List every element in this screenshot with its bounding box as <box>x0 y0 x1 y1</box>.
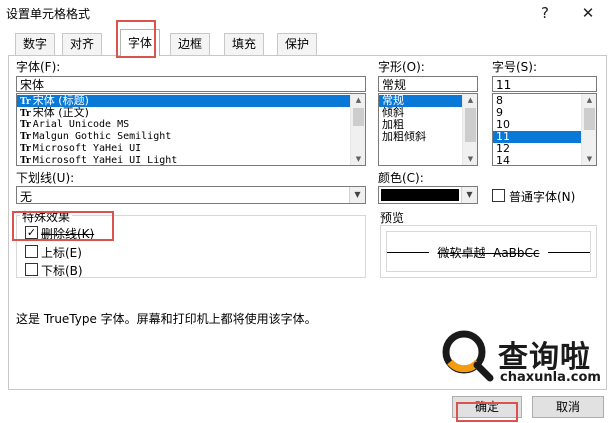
scroll-up-icon[interactable]: ▲ <box>463 94 477 106</box>
color-select[interactable]: ▼ <box>378 186 478 204</box>
font-list-item[interactable]: Tr 宋体 (正文) <box>17 107 350 119</box>
normal-font-label: 普通字体(N) <box>509 190 576 204</box>
highlight-ok-button <box>456 402 518 422</box>
size-list-item[interactable]: 8 <box>493 95 581 107</box>
style-list[interactable]: 常规 倾斜 加粗 加粗倾斜 ▲ ▼ <box>378 93 478 166</box>
font-list-item[interactable]: Tr 宋体 (标题) <box>17 95 350 107</box>
superscript-checkbox[interactable] <box>25 245 38 258</box>
style-input[interactable]: 常规 <box>378 76 478 92</box>
font-input[interactable]: 宋体 <box>16 76 366 92</box>
font-list-item[interactable]: Tr Microsoft YaHei UI Light <box>17 155 350 166</box>
preview-sample-text: 微软卓越 AaBbCc <box>429 246 548 260</box>
preview-frame: 微软卓越 AaBbCc <box>386 231 591 272</box>
size-list[interactable]: 8 9 10 11 12 14 ▲ ▼ <box>492 93 597 166</box>
scroll-up-icon[interactable]: ▲ <box>351 94 365 106</box>
size-list-scrollbar[interactable]: ▲ ▼ <box>581 94 596 165</box>
underline-label: 下划线(U): <box>16 171 75 185</box>
style-list-item[interactable]: 常规 <box>379 95 462 107</box>
truetype-icon: Tr <box>20 156 31 166</box>
truetype-icon: Tr <box>20 132 31 142</box>
scroll-down-icon[interactable]: ▼ <box>463 153 477 165</box>
style-list-item[interactable]: 加粗 <box>379 119 462 131</box>
truetype-icon: Tr <box>20 109 31 119</box>
superscript-label: 上标(E) <box>41 246 82 260</box>
preview-label: 预览 <box>380 211 405 225</box>
watermark-domain-text: chaxunla.com <box>500 370 601 385</box>
style-list-item[interactable]: 加粗倾斜 <box>379 131 462 143</box>
size-list-item[interactable]: 9 <box>493 107 581 119</box>
size-list-item[interactable]: 14 <box>493 155 581 165</box>
underline-select[interactable]: 无 ▼ <box>16 186 366 204</box>
cancel-button[interactable]: 取消 <box>532 396 604 418</box>
scroll-up-icon[interactable]: ▲ <box>582 94 596 106</box>
color-label: 颜色(C): <box>378 171 424 185</box>
normal-font-checkbox[interactable] <box>492 189 505 202</box>
size-list-item[interactable]: 12 <box>493 143 581 155</box>
scroll-down-icon[interactable]: ▼ <box>582 153 596 165</box>
subscript-label: 下标(B) <box>41 264 83 278</box>
font-list-item[interactable]: Tr Arial Unicode MS <box>17 119 350 131</box>
subscript-checkbox[interactable] <box>25 263 38 276</box>
scroll-down-icon[interactable]: ▼ <box>351 153 365 165</box>
font-label: 字体(F): <box>16 60 61 74</box>
chevron-down-icon[interactable]: ▼ <box>349 187 365 203</box>
scroll-thumb[interactable] <box>353 108 364 126</box>
highlight-strikethrough <box>12 211 114 241</box>
truetype-icon: Tr <box>20 120 31 130</box>
size-list-item[interactable]: 11 <box>493 131 581 143</box>
truetype-icon: Tr <box>20 97 31 107</box>
font-list-scrollbar[interactable]: ▲ ▼ <box>350 94 365 165</box>
size-input[interactable]: 11 <box>492 76 597 92</box>
style-label: 字形(O): <box>378 60 425 74</box>
font-list-item[interactable]: Tr Microsoft YaHei UI <box>17 143 350 155</box>
font-list-item[interactable]: Tr Malgun Gothic Semilight <box>17 131 350 143</box>
style-list-item[interactable]: 倾斜 <box>379 107 462 119</box>
panel-content: 字体(F): 宋体 Tr 宋体 (标题) Tr 宋体 (正文) Tr Arial Un… <box>0 0 614 423</box>
preview-box: 微软卓越 AaBbCc <box>380 225 597 278</box>
scroll-thumb[interactable] <box>584 108 595 130</box>
size-label: 字号(S): <box>492 60 538 74</box>
style-list-scrollbar[interactable]: ▲ ▼ <box>462 94 477 165</box>
magnifier-logo-icon <box>442 330 494 382</box>
scroll-thumb[interactable] <box>465 108 476 142</box>
truetype-info-text: 这是 TrueType 字体。屏幕和打印机上都将使用该字体。 <box>16 312 317 326</box>
size-list-item[interactable]: 10 <box>493 119 581 131</box>
chevron-down-icon[interactable]: ▼ <box>461 187 477 203</box>
color-swatch <box>381 189 459 201</box>
underline-value: 无 <box>20 190 33 204</box>
truetype-icon: Tr <box>20 144 31 154</box>
font-list[interactable]: Tr 宋体 (标题) Tr 宋体 (正文) Tr Arial Unicode MS T… <box>16 93 366 166</box>
